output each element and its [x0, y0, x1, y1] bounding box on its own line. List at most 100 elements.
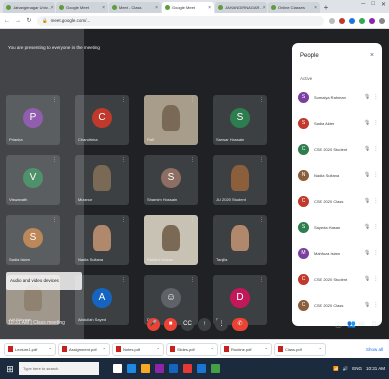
browser-tab[interactable]: Google Meet × — [56, 2, 108, 13]
extension-icon[interactable] — [339, 17, 345, 24]
close-tab-icon[interactable]: × — [102, 5, 105, 11]
chat-icon[interactable]: ✉ — [359, 320, 365, 328]
download-item[interactable]: Class.pdf ⌃ — [274, 342, 326, 356]
chevron-up-icon[interactable]: ⌃ — [49, 347, 52, 352]
tile-menu-icon[interactable]: ⋮ — [121, 278, 126, 283]
close-tab-icon[interactable]: × — [263, 5, 266, 11]
people-list-item[interactable]: N Nadia Sultana 🎙 ⋮ — [298, 165, 378, 185]
close-tab-icon[interactable]: × — [155, 5, 158, 11]
more-icon[interactable]: ⋮ — [373, 250, 378, 256]
download-item[interactable]: Notes.pdf ⌃ — [112, 342, 164, 356]
activities-icon[interactable]: ⚙ — [371, 320, 377, 328]
info-icon[interactable]: ⓘ — [335, 320, 342, 330]
close-tab-icon[interactable]: × — [208, 5, 211, 11]
people-list-item[interactable]: C CSE 2020 Student 🎙 ⋮ — [298, 139, 378, 159]
edge-icon[interactable] — [127, 364, 136, 373]
mute-icon[interactable]: 🎙 — [364, 94, 370, 100]
star-icon[interactable] — [329, 17, 335, 24]
clock[interactable]: 10:31 AM — [366, 366, 385, 371]
mute-icon[interactable]: 🎙 — [364, 224, 370, 230]
mail-icon[interactable] — [169, 364, 178, 373]
more-icon[interactable]: ⋮ — [373, 94, 378, 100]
maximize-icon[interactable]: □ — [371, 1, 375, 8]
browser-tab[interactable]: Online Classes × — [268, 2, 320, 13]
camera-button[interactable]: ■ — [164, 318, 177, 331]
minimize-icon[interactable]: ─ — [361, 1, 365, 8]
language-indicator[interactable]: ENG — [352, 366, 362, 371]
participant-tile[interactable]: S ⋮ Sarwar Hossain — [213, 95, 267, 145]
profile-avatar[interactable] — [369, 17, 375, 24]
mute-icon[interactable]: 🎙 — [364, 302, 370, 308]
url-field[interactable]: 🔒 meet.google.com/... — [37, 15, 324, 26]
people-list-item[interactable]: S Sumaiya Rahman 🎙 ⋮ — [298, 87, 378, 107]
tile-menu-icon[interactable]: ⋮ — [190, 218, 195, 223]
tile-menu-icon[interactable]: ⋮ — [121, 98, 126, 103]
store-icon[interactable] — [155, 364, 164, 373]
close-window-icon[interactable]: ✕ — [381, 1, 386, 8]
forward-icon[interactable]: → — [15, 18, 21, 24]
tile-menu-icon[interactable]: ⋮ — [259, 278, 264, 283]
people-list-item[interactable]: S Sadia Akter 🎙 ⋮ — [298, 113, 378, 133]
people-list-item[interactable]: C CSE 2020 Student 🎙 ⋮ — [298, 269, 378, 289]
taskbar-search-field[interactable]: Type here to search — [19, 362, 99, 375]
extension-icon[interactable] — [349, 17, 355, 24]
browser-tab[interactable]: Meet - Class × — [109, 2, 161, 13]
participant-tile[interactable]: S ⋮ Shamim Hossain — [144, 155, 198, 205]
mute-icon[interactable]: 🎙 — [364, 198, 370, 204]
word-icon[interactable] — [197, 364, 206, 373]
chevron-up-icon[interactable]: ⌃ — [265, 347, 268, 352]
new-tab-button[interactable]: + — [321, 2, 331, 13]
tile-menu-icon[interactable]: ⋮ — [259, 218, 264, 223]
mute-icon[interactable]: 🎙 — [364, 276, 370, 282]
participant-tile[interactable]: ⋮ Tanjila — [213, 215, 267, 265]
more-icon[interactable]: ⋮ — [373, 146, 378, 152]
chevron-up-icon[interactable]: ⌃ — [319, 347, 322, 352]
reload-icon[interactable]: ↻ — [26, 17, 32, 24]
download-item[interactable]: Lecture1.pdf ⌃ — [4, 342, 56, 356]
more-icon[interactable]: ⋮ — [373, 302, 378, 308]
participant-tile[interactable]: ⋮ Rafi — [144, 95, 198, 145]
back-icon[interactable]: ← — [4, 18, 10, 24]
browser-tab-active[interactable]: Google Meet × — [162, 2, 214, 13]
more-icon[interactable]: ⋮ — [373, 172, 378, 178]
tile-menu-icon[interactable]: ⋮ — [259, 98, 264, 103]
tile-menu-icon[interactable]: ⋮ — [190, 158, 195, 163]
download-item[interactable]: Assignment.pdf ⌃ — [58, 342, 110, 356]
mute-icon[interactable]: 🎙 — [364, 120, 370, 126]
mute-icon[interactable]: 🎙 — [364, 250, 370, 256]
download-item[interactable]: Routine.pdf ⌃ — [220, 342, 272, 356]
people-list-item[interactable]: M Mahfuza Islam 🎙 ⋮ — [298, 243, 378, 263]
close-tab-icon[interactable]: × — [51, 5, 54, 11]
browser-tab[interactable]: Jahangirnagar Univ... × — [3, 2, 55, 13]
captions-button[interactable]: CC — [181, 318, 194, 331]
chevron-up-icon[interactable]: ⌃ — [157, 347, 160, 352]
mic-button[interactable]: 🎤 — [147, 318, 160, 331]
extension-icon[interactable] — [359, 17, 365, 24]
participant-tile[interactable]: ⋮ JU 2020 Student — [213, 155, 267, 205]
tile-menu-icon[interactable]: ⋮ — [259, 158, 264, 163]
present-button[interactable]: ↑ — [198, 318, 211, 331]
tile-menu-icon[interactable]: ⋮ — [190, 278, 195, 283]
mute-icon[interactable]: 🎙 — [364, 172, 370, 178]
people-list-item[interactable]: S Sayeda Hasan 🎙 ⋮ — [298, 217, 378, 237]
tile-menu-icon[interactable]: ⋮ — [190, 98, 195, 103]
windows-start-icon[interactable]: ⊞ — [4, 363, 16, 375]
tile-menu-icon[interactable]: ⋮ — [121, 158, 126, 163]
task-view-icon[interactable] — [113, 364, 122, 373]
close-icon[interactable]: × — [370, 52, 374, 59]
more-icon[interactable]: ⋮ — [373, 120, 378, 126]
close-tab-icon[interactable]: × — [314, 5, 317, 11]
show-all-downloads-link[interactable]: Show all — [366, 347, 383, 352]
more-options-button[interactable]: ⋮ — [215, 318, 228, 331]
mute-icon[interactable]: 🎙 — [364, 146, 370, 152]
participant-tile[interactable]: ⋮ Rakibul Hasan — [144, 215, 198, 265]
leave-call-button[interactable]: ✆ — [232, 318, 248, 331]
chrome-icon[interactable] — [183, 364, 192, 373]
browser-tab[interactable]: JAHANGIRNAGAR... × — [215, 2, 267, 13]
menu-dots-icon[interactable] — [379, 17, 385, 24]
people-icon[interactable]: 👥 — [347, 320, 356, 328]
file-explorer-icon[interactable] — [141, 364, 150, 373]
download-item[interactable]: Slides.pdf ⌃ — [166, 342, 218, 356]
more-icon[interactable]: ⋮ — [373, 198, 378, 204]
people-list-item[interactable]: C CSE 2020 Class 🎙 ⋮ — [298, 191, 378, 211]
